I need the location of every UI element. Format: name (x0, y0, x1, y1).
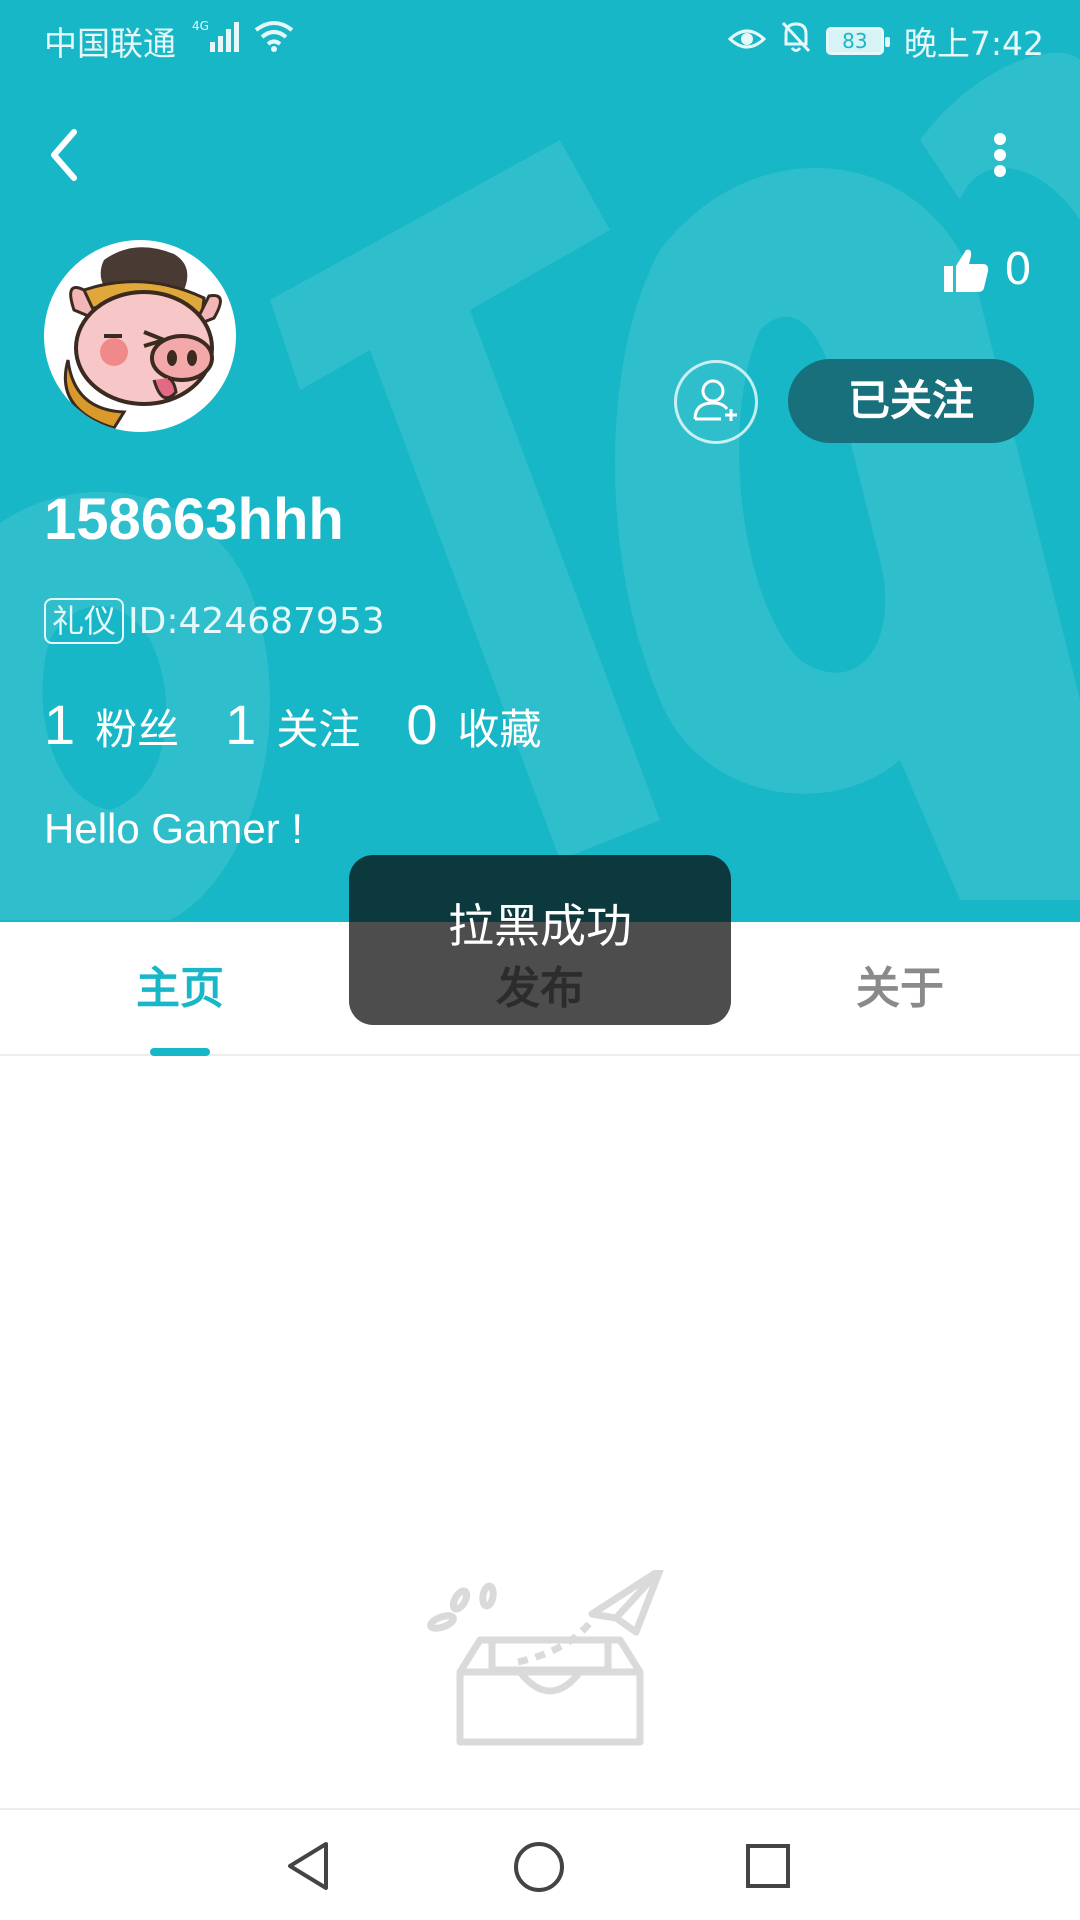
following-button[interactable]: 已关注 (788, 359, 1034, 443)
toast-message: 拉黑成功 (349, 855, 731, 1025)
username: 158663hhh (44, 487, 344, 552)
empty-inbox-illustration (420, 1566, 680, 1780)
more-options-button[interactable] (975, 120, 1025, 190)
eye-icon (727, 22, 767, 61)
profile-screen: 中国联通 4G 83 晚上7:42 0 已关注 158663hhh 礼仪 ID:… (0, 0, 1080, 1920)
empty-box-icon (427, 1566, 664, 1746)
battery-icon: 83 (825, 27, 890, 55)
clock-label: 晚上7:42 (903, 24, 1044, 63)
user-badge: 礼仪 (44, 598, 125, 644)
more-vertical-icon (994, 133, 1006, 177)
like-count-value: 0 (1004, 244, 1032, 295)
favorites-stat[interactable]: 0 收藏 (406, 692, 541, 757)
stat-number: 1 (225, 693, 257, 756)
pig-avatar-image (63, 247, 222, 430)
status-bar: 中国联通 4G 83 晚上7:42 (0, 0, 1080, 76)
chevron-left-icon (51, 129, 77, 181)
profile-header: 中国联通 4G 83 晚上7:42 0 已关注 158663hhh 礼仪 ID:… (0, 0, 1080, 922)
back-triangle-icon[interactable] (284, 1840, 334, 1892)
mute-bell-icon (780, 20, 812, 62)
back-button[interactable] (40, 120, 90, 190)
system-nav-bar (0, 1808, 1080, 1920)
active-tab-indicator (150, 1048, 210, 1056)
toast-text: 拉黑成功 (448, 899, 632, 953)
tab-about[interactable]: 关于 (780, 922, 1020, 1056)
user-id-row: 礼仪 ID:424687953 (44, 598, 385, 644)
stat-label: 关注 (276, 705, 361, 754)
user-add-icon (693, 379, 737, 421)
following-stat[interactable]: 1 关注 (225, 692, 360, 757)
signal-icon: 4G (192, 18, 244, 62)
stat-label: 粉丝 (95, 705, 180, 754)
avatar[interactable] (44, 240, 236, 432)
recents-square-icon[interactable] (744, 1842, 792, 1890)
wifi-icon (252, 18, 296, 62)
home-circle-icon[interactable] (512, 1840, 566, 1894)
svg-text:4G: 4G (192, 19, 209, 33)
user-bio: Hello Gamer ! (44, 805, 304, 852)
user-id: ID:424687953 (128, 600, 385, 642)
stat-number: 1 (44, 693, 76, 756)
carrier-label: 中国联通 (44, 24, 176, 63)
thumbs-up-icon (944, 249, 989, 292)
like-count[interactable]: 0 (942, 244, 1032, 295)
stat-number: 0 (406, 693, 438, 756)
watermark-graphic (0, 52, 1080, 920)
tab-home[interactable]: 主页 (60, 922, 300, 1056)
fans-stat[interactable]: 1 粉丝 (44, 692, 179, 757)
add-friend-button[interactable] (674, 360, 758, 444)
stat-label: 收藏 (457, 705, 542, 754)
stats-row: 1 粉丝 1 关注 0 收藏 (44, 692, 588, 757)
